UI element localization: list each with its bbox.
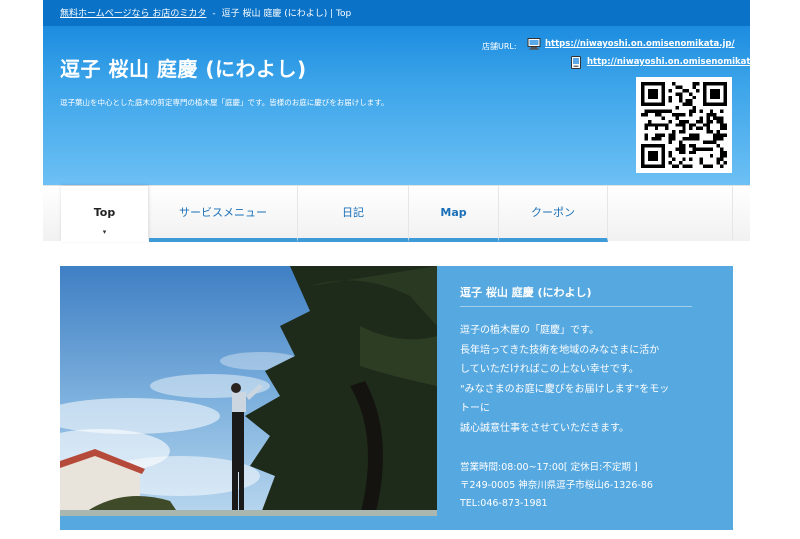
breadcrumb-current: 逗子 桜山 庭慶 (にわよし) | Top <box>221 9 352 19</box>
hero-info: 逗子 桜山 庭慶 (にわよし) 逗子の植木屋の「庭慶」です。 長年培ってきた技術… <box>460 266 720 516</box>
intro-line: トーに <box>460 403 490 414</box>
hero-photo <box>60 266 437 516</box>
store-url-label: 店舗URL: <box>482 42 517 51</box>
nav-tab-map-label: Map <box>440 205 467 219</box>
qr-code-image <box>636 77 732 173</box>
intro-line: していただければこの上ない幸せです。 <box>460 364 639 375</box>
hero-intro: 逗子の植木屋の「庭慶」です。 長年培ってきた技術を地域のみなさまに活か していた… <box>460 321 695 438</box>
nav-tab-top-label: Top <box>93 205 116 219</box>
pc-url-row: https://niwayoshi.on.omisenomikata.jp/ <box>527 38 735 50</box>
hero-section: 逗子 桜山 庭慶 (にわよし) 逗子の植木屋の「庭慶」です。 長年培ってきた技術… <box>60 266 733 530</box>
site-header: 無料ホームページなら お店のミカタ - 逗子 桜山 庭慶 (にわよし) | Top … <box>43 0 784 185</box>
address: 〒249-0005 神奈川県逗子市桜山6-1326-86 <box>460 480 653 491</box>
intro-line: "みなさまのお庭に慶びをお届けします"をモッ <box>460 383 670 395</box>
mobile-url-link[interactable]: http://niwayoshi.on.omisenomikata.jp/m/ <box>587 57 784 67</box>
nav-tab-service-menu-label: サービスメニュー <box>179 206 267 219</box>
nav-tab-service-menu[interactable]: サービスメニュー <box>149 186 298 242</box>
intro-line: 逗子の植木屋の「庭慶」です。 <box>460 325 599 336</box>
site-description: 逗子葉山を中心とした庭木の剪定専門の植木屋「庭慶」です。皆様のお庭に慶びをお届け… <box>60 98 389 107</box>
hero-divider <box>460 306 692 307</box>
contact-info: 営業時間:08:00~17:00[ 定休日:不定期 ] 〒249-0005 神奈… <box>460 459 653 513</box>
active-caret-icon: ▾ <box>102 228 107 236</box>
nav-tab-map[interactable]: Map <box>409 186 499 242</box>
nav-tab-coupon-label: クーポン <box>531 206 575 219</box>
page: 無料ホームページなら お店のミカタ - 逗子 桜山 庭慶 (にわよし) | Top … <box>0 0 800 539</box>
pc-url-link[interactable]: https://niwayoshi.on.omisenomikata.jp/ <box>545 39 735 49</box>
main-nav: Top ▾ サービスメニュー 日記 Map クーポン <box>43 185 750 242</box>
computer-icon <box>527 38 541 50</box>
intro-line: 誠心誠意仕事をさせていただきます。 <box>460 422 629 434</box>
nav-tab-empty <box>608 186 733 242</box>
mobile-url-row: http://niwayoshi.on.omisenomikata.jp/m/ <box>527 55 784 69</box>
hero-title: 逗子 桜山 庭慶 (にわよし) <box>460 286 592 299</box>
breadcrumb-home-link[interactable]: 無料ホームページなら お店のミカタ <box>60 9 206 19</box>
intro-line: 長年培ってきた技術を地域のみなさまに活か <box>460 344 660 356</box>
breadcrumb-bar: 無料ホームページなら お店のミカタ - 逗子 桜山 庭慶 (にわよし) | Top <box>43 0 750 26</box>
nav-tab-top[interactable]: Top ▾ <box>61 186 149 242</box>
nav-tab-diary[interactable]: 日記 <box>298 186 409 242</box>
mobile-phone-icon <box>569 55 583 69</box>
site-title[interactable]: 逗子 桜山 庭慶 (にわよし) <box>60 53 307 82</box>
nav-tab-coupon[interactable]: クーポン <box>499 186 608 242</box>
nav-tab-diary-label: 日記 <box>342 206 364 219</box>
business-hours: 営業時間:08:00~17:00[ 定休日:不定期 ] <box>460 462 638 473</box>
telephone: TEL:046-873-1981 <box>460 498 548 509</box>
breadcrumb-separator: - <box>212 9 216 19</box>
breadcrumb: 無料ホームページなら お店のミカタ - 逗子 桜山 庭慶 (にわよし) | Top <box>60 6 351 19</box>
